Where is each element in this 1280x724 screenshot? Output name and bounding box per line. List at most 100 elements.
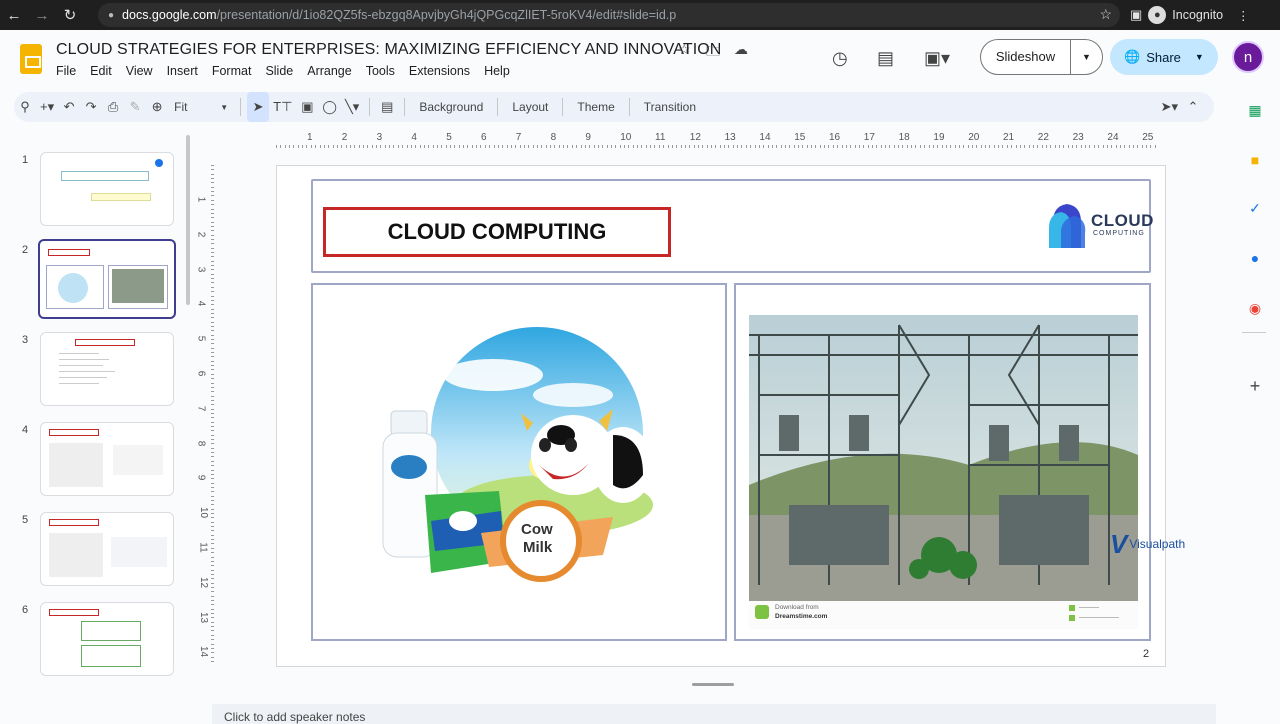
ruler-tick-mark [410, 145, 412, 148]
ruler-tick-mark [745, 145, 747, 148]
undo-icon[interactable]: ↶ [58, 92, 80, 122]
menu-help[interactable]: Help [484, 64, 516, 78]
menu-slide[interactable]: Slide [265, 64, 299, 78]
ruler-tick-mark [854, 145, 856, 148]
theme-button[interactable]: Theme [569, 92, 622, 122]
forward-icon[interactable]: → [28, 0, 56, 30]
search-menus-icon[interactable]: ⚲ [14, 92, 36, 122]
move-folder-icon[interactable]: 🗀 [706, 41, 720, 65]
transition-button[interactable]: Transition [636, 92, 704, 122]
address-bar[interactable]: ● docs.google.com /presentation/d/1io82Q… [98, 3, 1120, 27]
menu-edit[interactable]: Edit [90, 64, 118, 78]
ruler-tick-label: 12 [198, 576, 210, 588]
slide-thumbnail-2[interactable] [38, 239, 176, 319]
slide-thumbnail-3[interactable] [40, 332, 174, 406]
toolbar-divider [628, 98, 630, 116]
ruler-tick-mark [680, 145, 682, 148]
slide-page-number: 2 [1143, 648, 1150, 660]
new-slide-icon[interactable]: +▾ [36, 92, 58, 122]
shape-icon[interactable]: ◯ [318, 92, 341, 122]
ruler-tick-mark [389, 145, 391, 148]
background-button[interactable]: Background [411, 92, 491, 122]
layout-button[interactable]: Layout [504, 92, 556, 122]
substation-image-panel[interactable]: Download from Dreamstime.com [734, 283, 1151, 641]
tasks-icon[interactable]: ✓ [1245, 198, 1265, 218]
ruler-tick-mark [211, 547, 214, 549]
zoom-icon[interactable]: ⊕ [146, 92, 168, 122]
slideshow-dropdown-icon[interactable]: ▼ [1071, 52, 1102, 62]
menu-file[interactable]: File [56, 64, 82, 78]
ruler-tick-mark [811, 145, 813, 148]
url-path: /presentation/d/1io82QZ5fs-ebzgq8ApvjbyG… [216, 8, 677, 22]
share-button[interactable]: 🌐 Share ▼ [1110, 39, 1218, 75]
sheets-icon[interactable]: ▦ [1245, 100, 1265, 120]
collapse-toolbar-icon[interactable]: ⌃ [1182, 92, 1204, 122]
menu-insert[interactable]: Insert [167, 64, 204, 78]
ruler-tick-mark [211, 291, 214, 293]
slide-thumbnail-1[interactable] [40, 152, 174, 226]
line-icon[interactable]: ╲▾ [341, 92, 363, 122]
ruler-tick-mark [211, 521, 214, 523]
add-addon-icon[interactable]: + [1245, 376, 1265, 396]
paint-format-icon[interactable]: ✎ [124, 92, 146, 122]
meet-camera-icon[interactable]: ▣▾ [924, 48, 950, 69]
keep-icon[interactable]: ■ [1245, 150, 1265, 170]
ruler-tick-mark [980, 145, 982, 148]
cloud-status-icon[interactable]: ☁ [734, 41, 748, 58]
filmstrip-scrollbar[interactable] [186, 135, 190, 305]
slide-title[interactable]: CLOUD COMPUTING [323, 207, 671, 257]
menu-format[interactable]: Format [212, 64, 258, 78]
slide-thumbnail-6[interactable] [40, 602, 174, 676]
comments-icon[interactable]: ▤ [877, 48, 894, 69]
maps-icon[interactable]: ◉ [1245, 298, 1265, 318]
reload-icon[interactable]: ↻ [56, 0, 84, 30]
ruler-tick-mark [211, 434, 214, 436]
slideshow-label[interactable]: Slideshow [981, 39, 1071, 75]
redo-icon[interactable]: ↷ [80, 92, 102, 122]
slides-logo-icon[interactable] [20, 44, 42, 74]
menu-view[interactable]: View [126, 64, 159, 78]
slide-thumbnail-4[interactable] [40, 422, 174, 496]
star-icon[interactable]: ☆ [678, 41, 691, 58]
chrome-menu-icon[interactable]: ⋮ [1237, 8, 1250, 23]
ruler-tick-mark [537, 145, 538, 148]
pointer-mode-icon[interactable]: ➤▾ [1157, 92, 1182, 122]
ruler-tick-mark [845, 145, 847, 148]
add-comment-icon[interactable]: ▤ [376, 92, 398, 122]
contacts-icon[interactable]: ● [1245, 248, 1265, 268]
slide-thumbnail-5[interactable] [40, 512, 174, 586]
ruler-tick-mark [637, 145, 639, 148]
ruler-tick-mark [871, 145, 873, 148]
print-icon[interactable]: ⎙ [102, 92, 124, 122]
menu-extensions[interactable]: Extensions [409, 64, 476, 78]
ruler-tick-mark [1085, 145, 1087, 148]
ruler-tick-label: 7 [195, 405, 207, 412]
image-icon[interactable]: ▣ [296, 92, 318, 122]
ruler-tick-mark [702, 145, 704, 148]
doc-title[interactable]: CLOUD STRATEGIES FOR ENTERPRISES: MAXIMI… [56, 41, 721, 59]
speaker-notes[interactable]: Click to add speaker notes [212, 704, 1216, 724]
slide-canvas[interactable]: CLOUD COMPUTING CLOUD COMPUTING Cow Milk… [276, 165, 1166, 667]
tune-icon[interactable]: ● [108, 10, 114, 21]
ruler-tick-mark [349, 145, 351, 148]
avatar[interactable]: n [1232, 41, 1264, 73]
tab-search-icon[interactable]: ▣ [1130, 7, 1142, 23]
notes-resize-handle[interactable] [692, 683, 734, 686]
incognito-icon[interactable]: ● [1148, 6, 1167, 24]
zoom-select[interactable]: Fit ▼ [168, 92, 234, 122]
menu-arrange[interactable]: Arrange [307, 64, 357, 78]
milk-image-panel[interactable]: Cow Milk [311, 283, 727, 641]
menu-tools[interactable]: Tools [366, 64, 401, 78]
select-pointer-icon[interactable]: ➤ [247, 92, 270, 122]
back-icon[interactable]: ← [0, 0, 28, 30]
ruler-tick-mark [1015, 145, 1017, 148]
version-history-icon[interactable]: ◷ [832, 48, 848, 69]
cloud-logo-icon [1049, 204, 1086, 248]
ruler-tick-mark [211, 613, 214, 615]
share-dropdown-icon[interactable]: ▼ [1195, 52, 1204, 62]
ruler-tick-mark [315, 145, 317, 148]
bookmark-star-icon[interactable]: ☆ [1099, 6, 1112, 23]
slideshow-button[interactable]: Slideshow ▼ [980, 39, 1103, 75]
toolbar-divider [562, 98, 564, 116]
text-box-icon[interactable]: T⊤ [269, 92, 296, 122]
